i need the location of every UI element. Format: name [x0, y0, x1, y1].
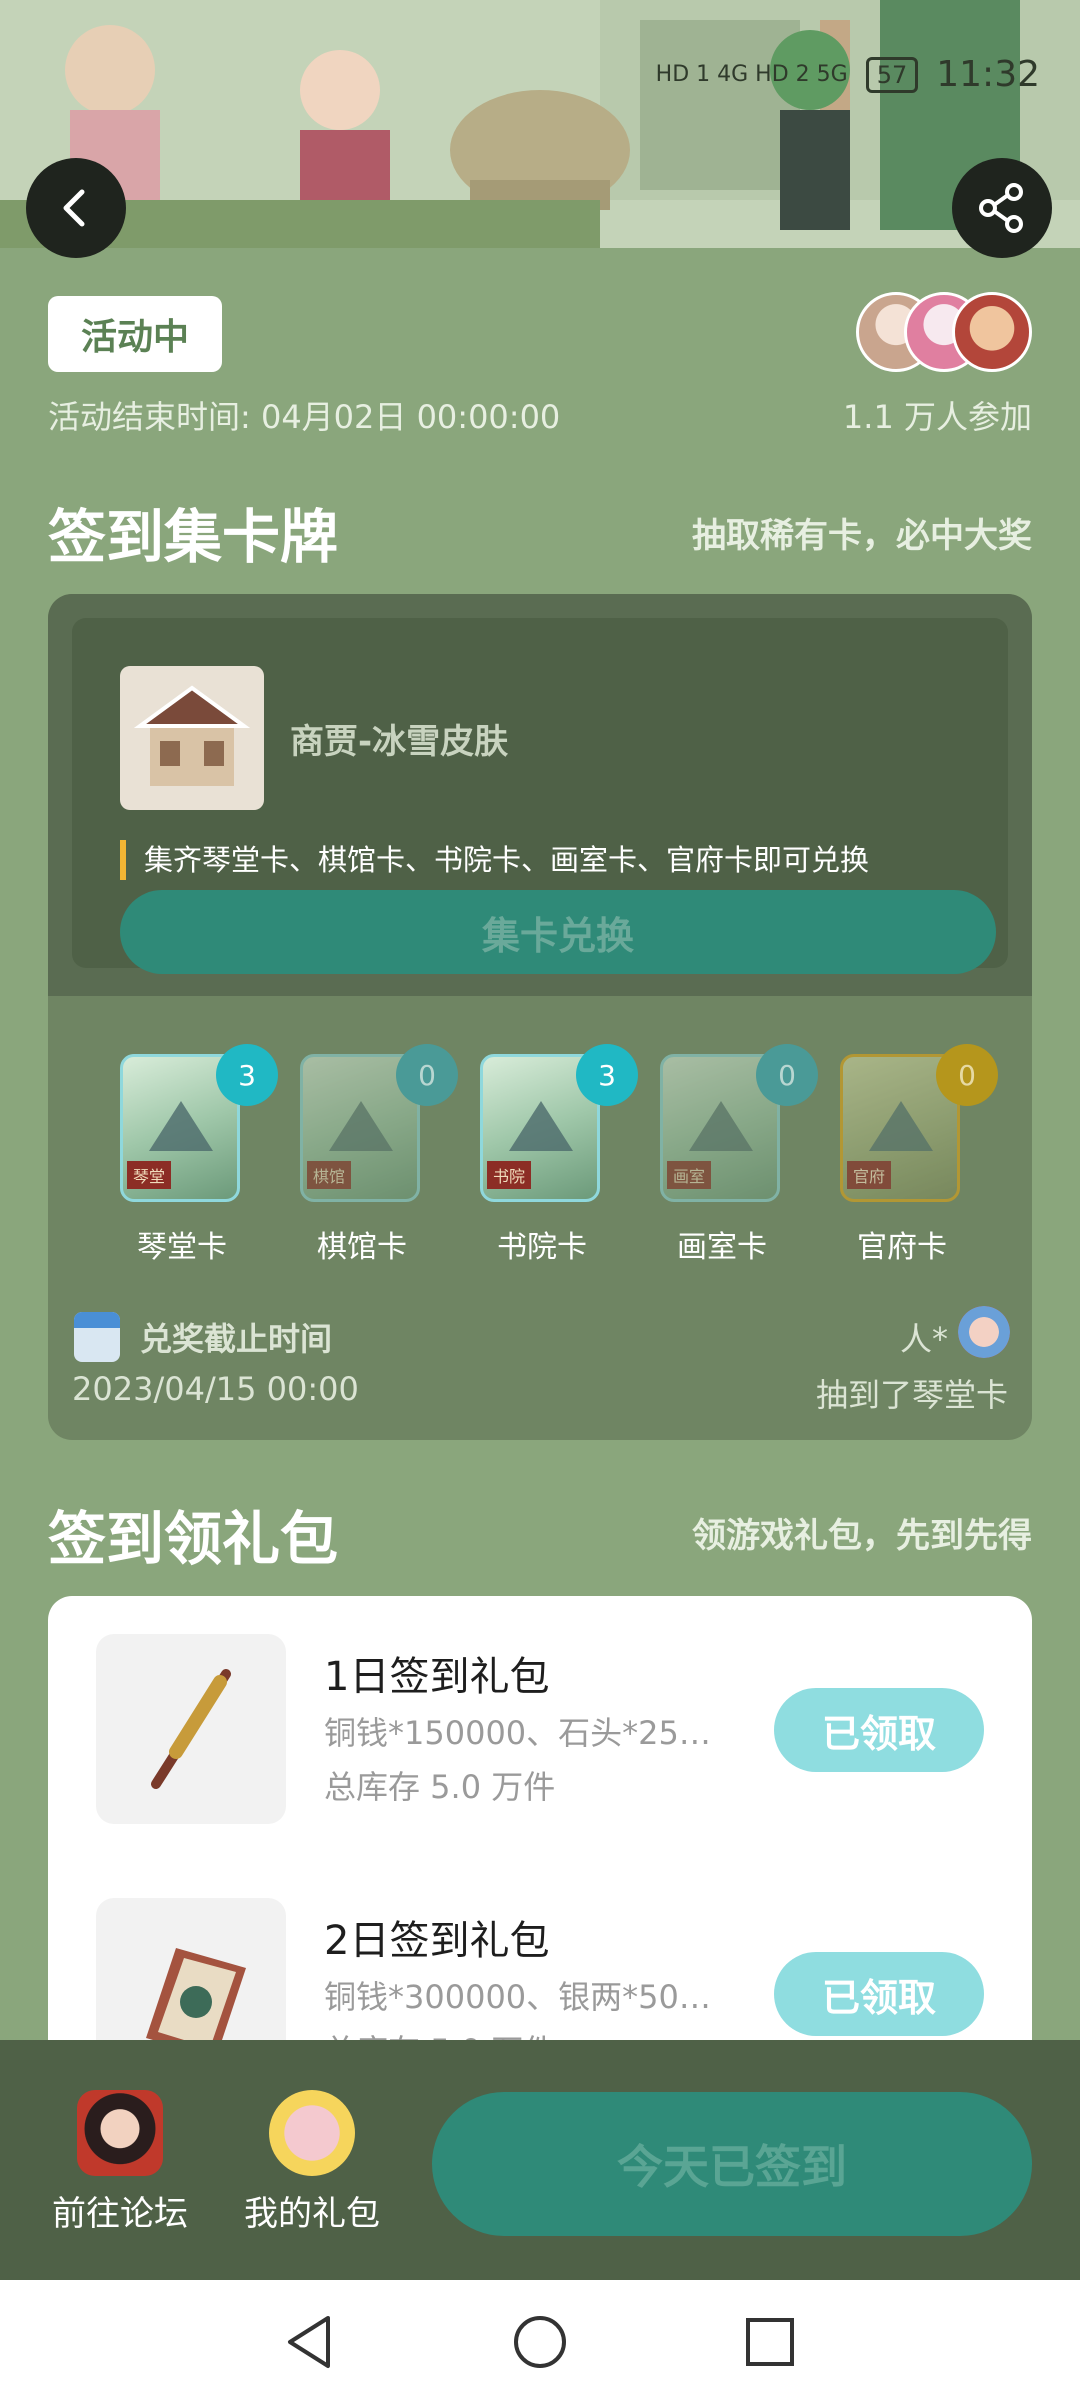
gift-description: 铜钱*150000、石头*25…	[324, 1714, 711, 1752]
card-tag: 琴堂	[127, 1161, 172, 1189]
banner-illustration	[0, 0, 1080, 248]
my-gifts-link[interactable]: 我的礼包	[232, 2090, 392, 2235]
gift-thumbnail	[96, 1898, 286, 2040]
forum-link[interactable]: 前往论坛	[40, 2090, 200, 2235]
nav-home-icon[interactable]	[508, 2310, 572, 2374]
clock: 11:32	[936, 54, 1040, 95]
my-gifts-label: 我的礼包	[244, 2194, 380, 2234]
forum-label: 前往论坛	[52, 2194, 188, 2234]
gift-title: 1日签到礼包	[324, 1654, 550, 1700]
system-nav-bar	[0, 2280, 1080, 2400]
card-tag: 棋馆	[307, 1161, 352, 1189]
deadline-time: 2023/04/15 00:00	[72, 1370, 359, 1408]
card-label: 书院卡	[497, 1230, 587, 1265]
section-title-collect: 签到集卡牌	[48, 503, 339, 571]
section-subtitle-gifts: 领游戏礼包，先到先得	[692, 1516, 1032, 1556]
feed-user-name: 人*	[899, 1320, 948, 1358]
network-indicator: HD 1 4G HD 2 5G	[655, 62, 848, 87]
gift-bag-icon	[269, 2090, 355, 2176]
card-count-badge: 0	[396, 1044, 458, 1106]
avatar	[952, 292, 1032, 372]
redeem-button[interactable]: 集卡兑换	[120, 890, 996, 974]
participant-count: 1.1 万人参加	[842, 398, 1032, 436]
participant-avatars	[856, 292, 1032, 374]
battery-indicator: 57	[865, 56, 919, 93]
card-tag: 书院	[487, 1161, 532, 1189]
prize-image	[120, 666, 264, 810]
nav-back-icon[interactable]	[278, 2310, 342, 2374]
card-shuyuan[interactable]: 书院 3 书院卡	[480, 1044, 638, 1265]
deadline-title: 兑奖截止时间	[140, 1320, 333, 1358]
bottom-action-bar: 前往论坛 我的礼包 今天已签到	[0, 2040, 1080, 2280]
prize-area: 商贾-冰雪皮肤 集齐琴堂卡、棋馆卡、书院卡、画室卡、官府卡即可兑换 集卡兑换	[48, 594, 1032, 996]
feed-avatar	[958, 1306, 1010, 1358]
claimed-button[interactable]: 已领取	[774, 1688, 984, 1772]
forum-icon	[77, 2090, 163, 2176]
gift-stock: 总库存 5.0 万件	[324, 2026, 555, 2040]
gift-list: 1日签到礼包 铜钱*150000、石头*25… 总库存 5.0 万件 已领取 2…	[48, 1596, 1032, 2040]
card-count-badge: 0	[756, 1044, 818, 1106]
calendar-icon	[74, 1312, 120, 1362]
card-label: 棋馆卡	[317, 1230, 407, 1265]
card-count-badge: 3	[576, 1044, 638, 1106]
section-title-gifts: 签到领礼包	[48, 1505, 339, 1573]
status-badge: 活动中	[48, 296, 222, 372]
feed-text: 抽到了琴堂卡	[815, 1376, 1008, 1414]
card-label: 官府卡	[857, 1230, 947, 1265]
card-tag: 画室	[667, 1161, 712, 1189]
nav-recents-icon[interactable]	[738, 2310, 802, 2374]
redeem-hint: 集齐琴堂卡、棋馆卡、书院卡、画室卡、官府卡即可兑换	[120, 840, 869, 880]
card-tag: 官府	[847, 1161, 892, 1189]
share-button[interactable]	[952, 158, 1052, 258]
card-count-badge: 3	[216, 1044, 278, 1106]
card-label: 画室卡	[677, 1230, 767, 1265]
share-icon	[979, 183, 1023, 233]
section-subtitle-collect: 抽取稀有卡，必中大奖	[692, 516, 1032, 556]
status-bar: HD 1 4G HD 2 5G 57 11:32	[656, 54, 1040, 95]
prize-name: 商贾-冰雪皮肤	[290, 722, 509, 762]
banner-image: HD 1 4G HD 2 5G 57 11:32	[0, 0, 1080, 248]
card-guanfu[interactable]: 官府 0 官府卡	[840, 1044, 998, 1265]
back-button[interactable]	[26, 158, 126, 258]
card-collection-panel: 商贾-冰雪皮肤 集齐琴堂卡、棋馆卡、书院卡、画室卡、官府卡即可兑换 集卡兑换 琴…	[48, 594, 1032, 1440]
activity-end-time: 活动结束时间: 04月02日 00:00:00	[48, 398, 561, 436]
checkin-button[interactable]: 今天已签到	[432, 2092, 1032, 2236]
prize-card: 商贾-冰雪皮肤 集齐琴堂卡、棋馆卡、书院卡、画室卡、官府卡即可兑换 集卡兑换	[72, 618, 1008, 974]
card-count-badge: 0	[936, 1044, 998, 1106]
gift-item: 2日签到礼包 铜钱*300000、银两*50… 总库存 5.0 万件 已领取	[48, 1860, 1032, 2040]
claimed-button[interactable]: 已领取	[774, 1952, 984, 2036]
gift-stock: 总库存 5.0 万件	[324, 1768, 556, 1806]
card-huashi[interactable]: 画室 0 画室卡	[660, 1044, 818, 1265]
back-icon	[63, 189, 85, 227]
card-qiguan[interactable]: 棋馆 0 棋馆卡	[300, 1044, 458, 1265]
card-qintang[interactable]: 琴堂 3 琴堂卡	[120, 1044, 278, 1265]
card-list: 琴堂 3 琴堂卡 棋馆 0 棋馆卡 书院 3 书院卡 画室 0 画室卡 官府 0…	[48, 1044, 1032, 1274]
card-label: 琴堂卡	[137, 1230, 227, 1265]
gift-description: 铜钱*300000、银两*50…	[324, 1978, 711, 2016]
gift-thumbnail	[96, 1634, 286, 1824]
gift-item: 1日签到礼包 铜钱*150000、石头*25… 总库存 5.0 万件 已领取	[48, 1596, 1032, 1836]
gift-title: 2日签到礼包	[324, 1918, 550, 1964]
